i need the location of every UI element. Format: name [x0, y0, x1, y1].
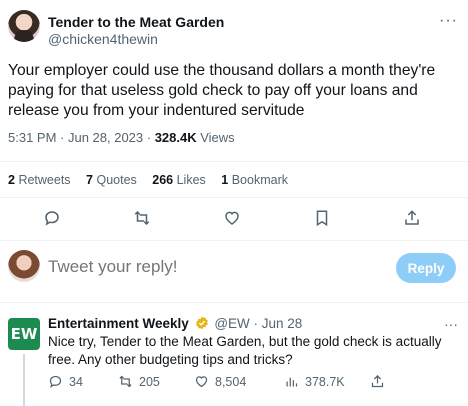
bookmarks-count: 1	[221, 173, 229, 187]
retweets-label: Retweets	[18, 173, 71, 187]
likes-count: 266	[152, 173, 174, 187]
tweet-text: Your employer could use the thousand dol…	[8, 62, 436, 119]
reply-button[interactable]: Reply	[396, 253, 456, 283]
divider	[0, 197, 468, 198]
quotes-stat[interactable]: 7 Quotes	[86, 173, 137, 187]
divider	[0, 302, 468, 303]
reply-author-name[interactable]: Entertainment Weekly	[48, 316, 189, 331]
thread-line	[23, 354, 25, 406]
reply-share-button[interactable]	[370, 374, 391, 389]
reply-retweet-button[interactable]: 205	[118, 374, 160, 389]
reply-header: Entertainment Weekly @EW · Jun 28	[48, 316, 302, 331]
retweets-stat[interactable]: 2 Retweets	[8, 173, 71, 187]
likes-stat[interactable]: 266 Likes	[152, 173, 206, 187]
reply-author-handle[interactable]: @EW	[214, 316, 249, 331]
verified-badge-icon	[195, 316, 209, 330]
author-avatar[interactable]	[8, 10, 40, 42]
quotes-count: 7	[86, 173, 93, 187]
author-name[interactable]: Tender to the Meat Garden	[48, 14, 224, 30]
share-icon[interactable]	[400, 206, 424, 230]
reply-date[interactable]: · Jun 28	[250, 316, 303, 331]
views-count: 328.4K	[154, 130, 197, 145]
divider	[0, 240, 468, 241]
bookmarks-label: Bookmark	[231, 173, 288, 187]
reply-count: 34	[69, 374, 83, 389]
tweet-actions	[0, 206, 468, 234]
retweets-count: 2	[8, 173, 15, 187]
ew-logo[interactable]: EW	[8, 318, 40, 350]
reply-composer: Reply	[0, 248, 468, 288]
tweet-timestamp[interactable]: 5:31 PM · Jun 28, 2023 ·	[8, 130, 155, 145]
tweet-meta: 5:31 PM · Jun 28, 2023 · 328.4K Views	[8, 130, 235, 145]
tweet-stats: 2 Retweets 7 Quotes 266 Likes 1 Bookmark	[8, 173, 300, 187]
share-icon	[371, 374, 384, 388]
like-icon[interactable]	[220, 206, 244, 230]
retweet-count: 205	[139, 374, 160, 389]
reply-tweet[interactable]: EW Entertainment Weekly @EW · Jun 28 ···…	[0, 306, 468, 406]
tweet-header: Tender to the Meat Garden @chicken4thewi…	[8, 10, 460, 50]
reply-more-options-icon[interactable]: ···	[444, 316, 458, 332]
bookmarks-stat[interactable]: 1 Bookmark	[221, 173, 288, 187]
views-label: Views	[196, 130, 235, 145]
reply-icon[interactable]	[40, 206, 64, 230]
reply-icon	[49, 375, 62, 388]
retweet-icon	[119, 375, 132, 388]
reply-text: Nice try, Tender to the Meat Garden, but…	[48, 334, 442, 367]
like-count: 8,504	[215, 374, 247, 389]
quotes-label: Quotes	[96, 173, 137, 187]
author-handle[interactable]: @chicken4thewin	[48, 31, 158, 47]
divider	[0, 161, 468, 162]
like-icon	[195, 376, 208, 388]
user-avatar	[8, 250, 40, 282]
likes-label: Likes	[176, 173, 206, 187]
reply-actions: 34 205 8,504 378.7K	[48, 374, 458, 394]
views-count: 378.7K	[305, 374, 345, 389]
bookmark-icon[interactable]	[310, 206, 334, 230]
retweet-icon[interactable]	[130, 206, 154, 230]
more-options-icon[interactable]: ···	[439, 12, 458, 30]
reply-like-button[interactable]: 8,504	[194, 374, 246, 389]
reply-views-button[interactable]: 378.7K	[284, 374, 345, 389]
reply-input[interactable]	[48, 257, 348, 277]
views-icon	[286, 377, 298, 387]
reply-reply-button[interactable]: 34	[48, 374, 83, 389]
